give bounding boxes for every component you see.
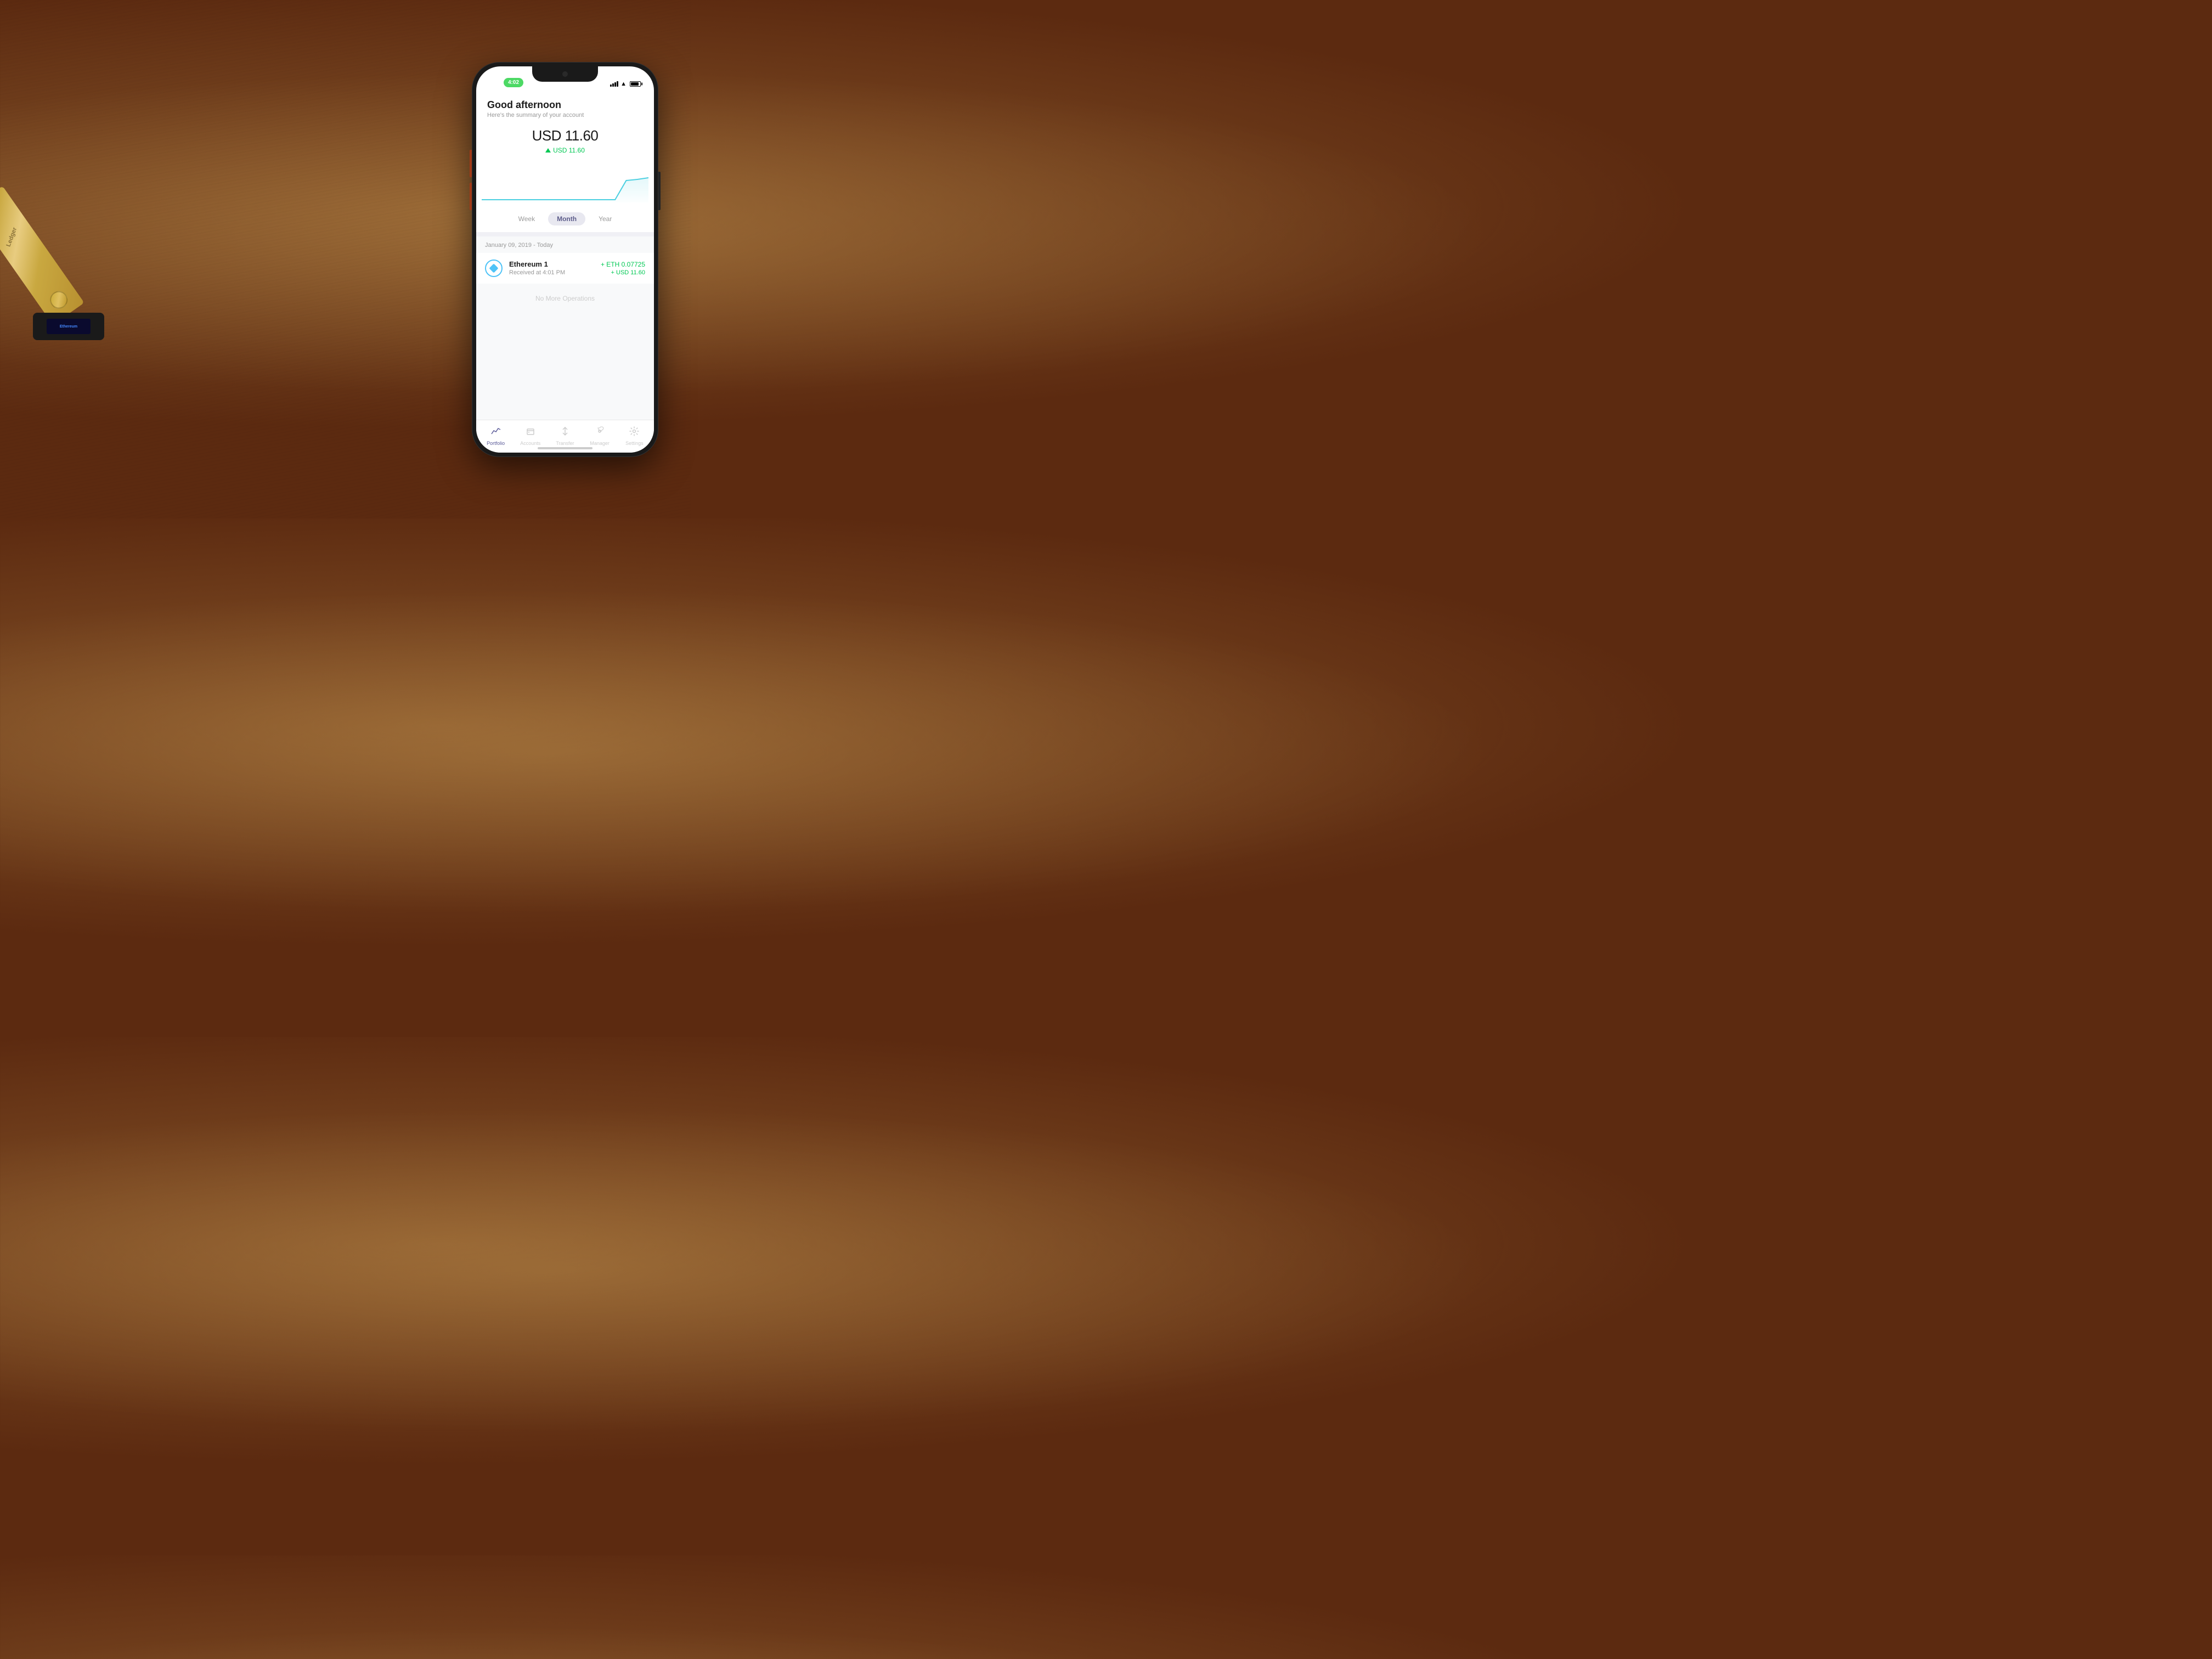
phone: 4:02 ▲ Good (472, 62, 658, 457)
transfer-icon (560, 426, 570, 439)
home-indicator[interactable] (538, 447, 592, 449)
app-content[interactable]: Good afternoon Here's the summary of you… (476, 91, 654, 420)
ledger-button (47, 287, 71, 312)
eth-diamond-icon (489, 263, 499, 273)
positive-indicator-icon (545, 148, 551, 153)
greeting-subtitle: Here's the summary of your account (487, 112, 643, 119)
ledger-stick: Ledger (0, 186, 84, 325)
settings-label: Settings (625, 441, 644, 446)
balance-change: USD 11.60 (487, 146, 643, 154)
accounts-label: Accounts (520, 441, 540, 446)
phone-screen: 4:02 ▲ Good (476, 66, 654, 453)
chart-svg (482, 159, 648, 202)
transaction-account-name: Ethereum 1 (509, 260, 594, 268)
status-icons: ▲ (610, 81, 641, 87)
nav-transfer[interactable]: Transfer (553, 426, 577, 446)
settings-icon (629, 426, 639, 439)
ledger-screen-text: Ethereum (60, 325, 77, 329)
wifi-icon: ▲ (620, 81, 627, 87)
year-button[interactable]: Year (590, 212, 620, 225)
transaction-details: Ethereum 1 Received at 4:01 PM (509, 260, 594, 276)
eth-icon (485, 259, 503, 277)
ledger-screen: Ethereum (47, 319, 91, 334)
notch (532, 66, 598, 82)
greeting-section: Good afternoon Here's the summary of you… (476, 91, 654, 119)
transaction-item[interactable]: Ethereum 1 Received at 4:01 PM + ETH 0.0… (476, 253, 654, 284)
transaction-time: Received at 4:01 PM (509, 269, 594, 276)
accounts-icon (526, 426, 535, 439)
portfolio-chart (482, 159, 648, 202)
greeting-title: Good afternoon (487, 99, 643, 111)
battery-icon (630, 81, 641, 87)
portfolio-icon (491, 426, 501, 439)
signal-bars (610, 81, 618, 87)
nav-manager[interactable]: Manager (588, 426, 612, 446)
signal-bar-4 (617, 81, 618, 87)
balance-amount: USD 11.60 (487, 127, 643, 144)
battery-fill (631, 82, 639, 86)
balance-section: USD 11.60 USD 11.60 (476, 119, 654, 159)
transaction-eth-amount: + ETH 0.07725 (601, 261, 645, 268)
week-button[interactable]: Week (510, 212, 544, 225)
status-time: 4:02 (504, 78, 523, 87)
month-button[interactable]: Month (548, 212, 585, 225)
date-range-label: January 09, 2019 - Today (476, 236, 654, 253)
manager-label: Manager (590, 441, 610, 446)
front-camera (562, 71, 568, 77)
transaction-amounts: + ETH 0.07725 + USD 11.60 (601, 261, 645, 276)
manager-icon (595, 426, 605, 439)
nav-accounts[interactable]: Accounts (518, 426, 543, 446)
time-range-selector: Week Month Year (476, 208, 654, 232)
portfolio-label: Portfolio (487, 441, 505, 446)
signal-bar-2 (612, 83, 614, 87)
power-button (658, 172, 661, 210)
ledger-logo: Ledger (5, 227, 18, 248)
transaction-usd-amount: + USD 11.60 (601, 269, 645, 276)
nav-portfolio[interactable]: Portfolio (484, 426, 508, 446)
transfer-label: Transfer (556, 441, 574, 446)
balance-change-value: USD 11.60 (553, 146, 585, 154)
nav-settings[interactable]: Settings (622, 426, 646, 446)
no-more-operations: No More Operations (476, 284, 654, 313)
phone-case: 4:02 ▲ Good (472, 62, 658, 457)
chart-section (476, 159, 654, 208)
ledger-base: Ethereum (33, 313, 104, 340)
section-divider (476, 232, 654, 236)
ledger-hardware-wallet: Ledger Ethereum (33, 154, 154, 340)
signal-bar-3 (614, 82, 616, 87)
signal-bar-1 (610, 84, 612, 87)
